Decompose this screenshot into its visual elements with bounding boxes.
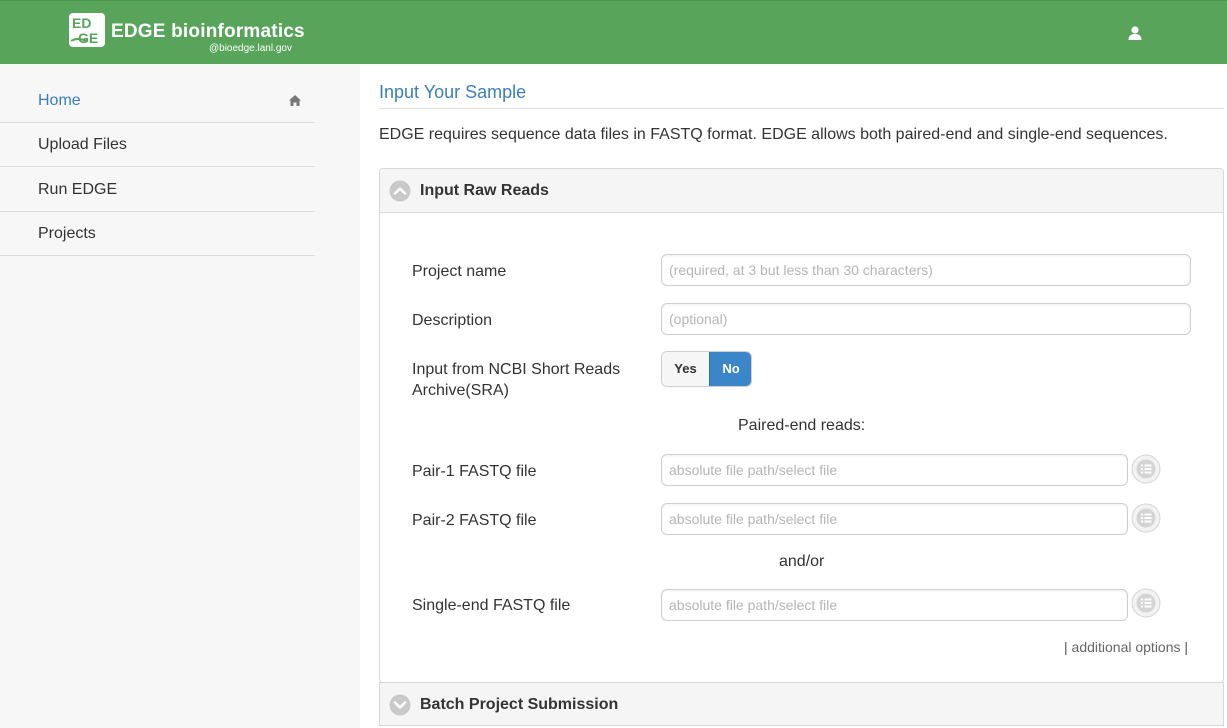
pair1-label: Pair-1 FASTQ file [412,463,537,480]
paired-end-heading: Paired-end reads: [738,417,866,434]
edge-logo-icon[interactable]: ED GE [68,11,106,49]
project-name-input[interactable] [661,254,1191,286]
divider-bar: | [1184,639,1189,655]
sidebar-item-upload-files[interactable]: Upload Files [0,123,315,167]
user-icon[interactable] [1127,25,1143,41]
input-raw-reads-panel-header[interactable]: Input Raw Reads [380,169,1223,213]
sra-toggle: Yes No [661,351,752,387]
batch-project-submission-panel-header[interactable]: Batch Project Submission [379,682,1224,726]
pair2-label: Pair-2 FASTQ file [412,512,537,529]
sra-label: Input from NCBI Short Reads Archive(SRA) [412,361,621,399]
single-end-file-input[interactable] [661,589,1128,621]
description-label: Description [412,312,493,329]
additional-options: | additional options | [1064,639,1188,655]
sidebar-item-label: Run EDGE [38,181,118,198]
sra-no-button[interactable]: No [709,352,751,386]
panel-title: Batch Project Submission [420,696,619,713]
pair2-browse-list-icon[interactable] [1131,503,1161,533]
title-divider [379,108,1224,109]
panel-title: Input Raw Reads [420,182,549,199]
brand-subdomain: @bioedge.lanl.gov [209,43,292,54]
sidebar-item-label: Home [38,92,81,109]
project-name-label: Project name [412,263,507,280]
additional-options-link[interactable]: additional options [1072,639,1181,655]
svg-text:GE: GE [78,30,98,46]
chevron-up-icon[interactable] [389,180,411,202]
pair1-browse-list-icon[interactable] [1131,454,1161,484]
sidebar-item-projects[interactable]: Projects [0,212,315,256]
sidebar-item-home[interactable]: Home [0,79,315,123]
brand-title[interactable]: EDGE bioinformatics [111,21,305,43]
page-title: Input Your Sample [379,82,527,102]
description-input[interactable] [661,303,1191,335]
sidebar: Home Upload Files Run EDGE Projects [0,64,360,728]
divider-bar: | [1064,639,1068,655]
chevron-down-icon[interactable] [389,694,411,716]
top-navbar: ED GE EDGE bioinformatics @bioedge.lanl.… [0,0,1227,64]
intro-text: EDGE requires sequence data files in FAS… [379,126,1168,143]
pair2-file-input[interactable] [661,503,1128,535]
sidebar-item-run-edge[interactable]: Run EDGE [0,168,315,212]
sidebar-item-label: Upload Files [38,136,127,153]
sidebar-item-label: Projects [38,225,96,242]
and-or-text: and/or [779,553,825,570]
sra-yes-button[interactable]: Yes [662,352,709,386]
single-end-label: Single-end FASTQ file [412,597,571,614]
home-icon [289,95,301,106]
single-end-browse-list-icon[interactable] [1131,588,1161,618]
pair1-file-input[interactable] [661,454,1128,486]
svg-text:ED: ED [72,15,91,31]
